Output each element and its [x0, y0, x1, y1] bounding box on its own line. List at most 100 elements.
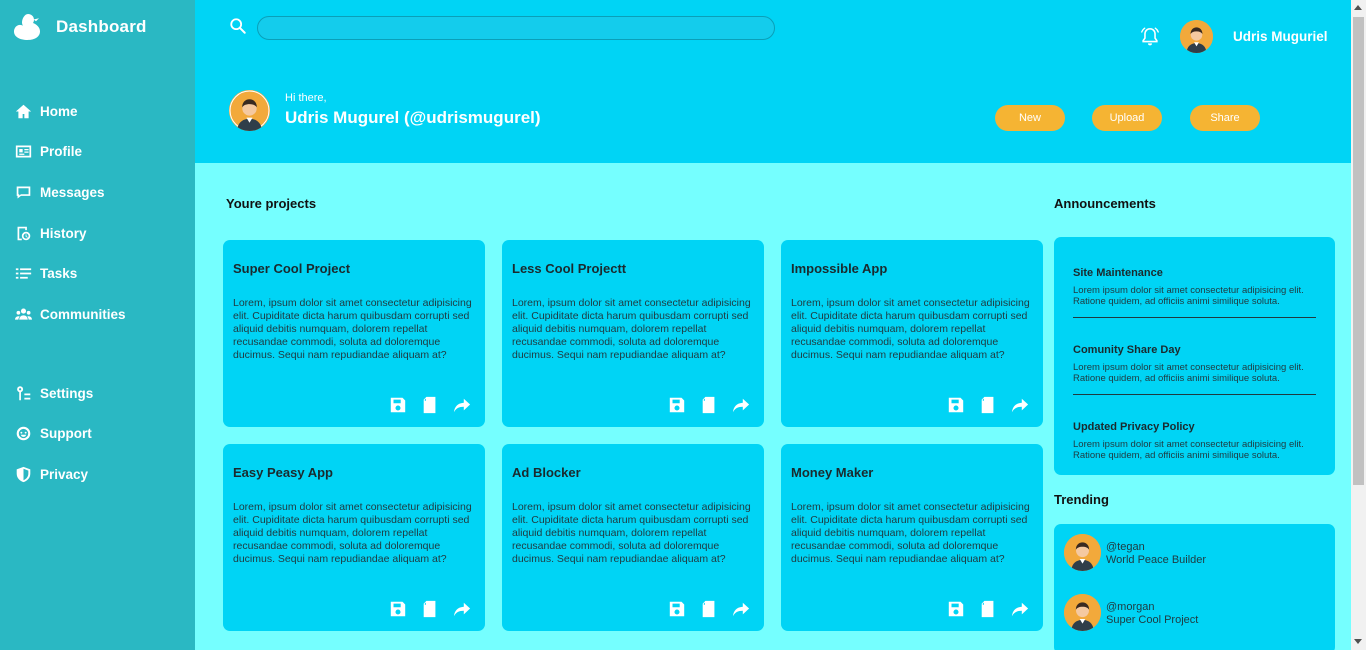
project-title: Less Cool Projectt [512, 261, 627, 276]
project-card[interactable]: Easy Peasy App Lorem, ipsum dolor sit am… [223, 444, 485, 631]
user-avatar-icon [229, 90, 270, 131]
sidebar-item-label: Support [40, 426, 92, 441]
trending-handle[interactable]: @morgan [1106, 601, 1154, 613]
duck-logo-icon [14, 14, 40, 40]
project-description: Lorem, ipsum dolor sit amet consectetur … [233, 297, 472, 361]
id-card-icon [15, 145, 32, 158]
project-card[interactable]: Super Cool Project Lorem, ipsum dolor si… [223, 240, 485, 427]
project-title: Impossible App [791, 261, 888, 276]
sidebar-item-tasks[interactable]: Tasks [15, 265, 77, 282]
project-description: Lorem, ipsum dolor sit amet consectetur … [233, 501, 472, 565]
header-username[interactable]: Udris Muguriel [1233, 29, 1328, 44]
user-avatar-icon [1180, 20, 1213, 53]
save-icon[interactable] [947, 600, 965, 618]
project-description: Lorem, ipsum dolor sit amet consectetur … [791, 501, 1030, 565]
project-card[interactable]: Money Maker Lorem, ipsum dolor sit amet … [781, 444, 1043, 631]
project-card[interactable]: Ad Blocker Lorem, ipsum dolor sit amet c… [502, 444, 764, 631]
settings-icon [17, 386, 31, 401]
header: Udris Muguriel Hi there, Udris Mugurel (… [195, 0, 1351, 163]
project-title: Super Cool Project [233, 261, 351, 276]
user-avatar-icon [1064, 594, 1101, 631]
history-icon [17, 226, 31, 241]
sidebar-item-label: Privacy [40, 467, 89, 482]
sidebar-item-label: Settings [40, 386, 94, 401]
file-icon[interactable] [421, 396, 439, 414]
sidebar: Dashboard Home Profile Messages History … [0, 0, 195, 650]
sidebar-item-profile[interactable]: Profile [15, 143, 82, 160]
card-actions [668, 600, 750, 618]
card-actions [389, 396, 471, 414]
scroll-down-arrow-icon[interactable] [1354, 639, 1362, 644]
sidebar-item-settings[interactable]: Settings [15, 385, 93, 402]
share-arrow-icon[interactable] [732, 600, 750, 618]
save-icon[interactable] [668, 396, 686, 414]
sidebar-item-support[interactable]: Support [15, 425, 92, 442]
sidebar-item-messages[interactable]: Messages [15, 184, 105, 201]
save-icon[interactable] [389, 396, 407, 414]
trending-panel: @tegan World Peace Builder @morgan Super… [1054, 524, 1335, 650]
sidebar-item-label: Tasks [40, 266, 78, 281]
sidebar-item-label: Profile [40, 144, 83, 159]
search-icon[interactable] [229, 17, 247, 35]
bell-icon[interactable] [1139, 26, 1161, 48]
share-button[interactable]: Share [1190, 105, 1260, 131]
share-arrow-icon[interactable] [1011, 396, 1029, 414]
avatar[interactable] [1064, 534, 1101, 571]
announcement-title: Updated Privacy Policy [1073, 421, 1195, 433]
divider [1073, 317, 1316, 318]
project-card[interactable]: Impossible App Lorem, ipsum dolor sit am… [781, 240, 1043, 427]
scroll-thumb[interactable] [1353, 17, 1364, 485]
page-scrollbar[interactable] [1351, 0, 1366, 650]
project-description: Lorem, ipsum dolor sit amet consectetur … [791, 297, 1030, 361]
trending-project: World Peace Builder [1106, 554, 1207, 566]
scroll-up-arrow-icon[interactable] [1354, 5, 1362, 10]
card-actions [947, 600, 1029, 618]
projects-title: Youre projects [226, 196, 317, 211]
tasks-icon [15, 268, 32, 279]
user-full-name: Udris Mugurel (@udrismugurel) [285, 108, 541, 127]
avatar[interactable] [1180, 20, 1213, 53]
users-icon [15, 308, 32, 320]
save-icon[interactable] [389, 600, 407, 618]
announcement-item[interactable]: Updated Privacy Policy Lorem ipsum dolor… [1073, 421, 1316, 461]
card-actions [389, 600, 471, 618]
file-icon[interactable] [979, 396, 997, 414]
upload-button[interactable]: Upload [1092, 105, 1162, 131]
shield-icon [16, 466, 31, 483]
divider [1073, 394, 1316, 395]
file-icon[interactable] [421, 600, 439, 618]
sidebar-item-label: Messages [40, 185, 105, 200]
card-actions [668, 396, 750, 414]
project-title: Ad Blocker [512, 465, 581, 480]
save-icon[interactable] [947, 396, 965, 414]
project-description: Lorem, ipsum dolor sit amet consectetur … [512, 297, 751, 361]
card-actions [947, 396, 1029, 414]
sidebar-item-privacy[interactable]: Privacy [15, 466, 88, 483]
avatar[interactable] [1064, 594, 1101, 631]
brand[interactable]: Dashboard [12, 12, 147, 42]
save-icon[interactable] [668, 600, 686, 618]
sidebar-item-history[interactable]: History [15, 225, 87, 242]
share-arrow-icon[interactable] [453, 600, 471, 618]
share-arrow-icon[interactable] [453, 396, 471, 414]
announcement-item[interactable]: Site Maintenance Lorem ipsum dolor sit a… [1073, 267, 1316, 307]
sidebar-item-label: History [40, 226, 87, 241]
sidebar-item-communities[interactable]: Communities [15, 306, 126, 323]
new-button[interactable]: New [995, 105, 1065, 131]
brand-title: Dashboard [56, 17, 147, 36]
project-title: Money Maker [791, 465, 874, 480]
project-card[interactable]: Less Cool Projectt Lorem, ipsum dolor si… [502, 240, 764, 427]
search-input[interactable] [257, 16, 775, 40]
announcements-panel: Site Maintenance Lorem ipsum dolor sit a… [1054, 237, 1335, 475]
sidebar-item-home[interactable]: Home [15, 103, 78, 120]
share-arrow-icon[interactable] [1011, 600, 1029, 618]
file-icon[interactable] [700, 396, 718, 414]
file-icon[interactable] [700, 600, 718, 618]
trending-handle[interactable]: @tegan [1106, 541, 1145, 553]
announcement-title: Site Maintenance [1073, 267, 1163, 279]
share-arrow-icon[interactable] [732, 396, 750, 414]
file-icon[interactable] [979, 600, 997, 618]
announcement-item[interactable]: Comunity Share Day Lorem ipsum dolor sit… [1073, 344, 1316, 384]
trending-title: Trending [1054, 492, 1109, 507]
announcement-body: Lorem ipsum dolor sit amet consectetur a… [1073, 285, 1304, 307]
